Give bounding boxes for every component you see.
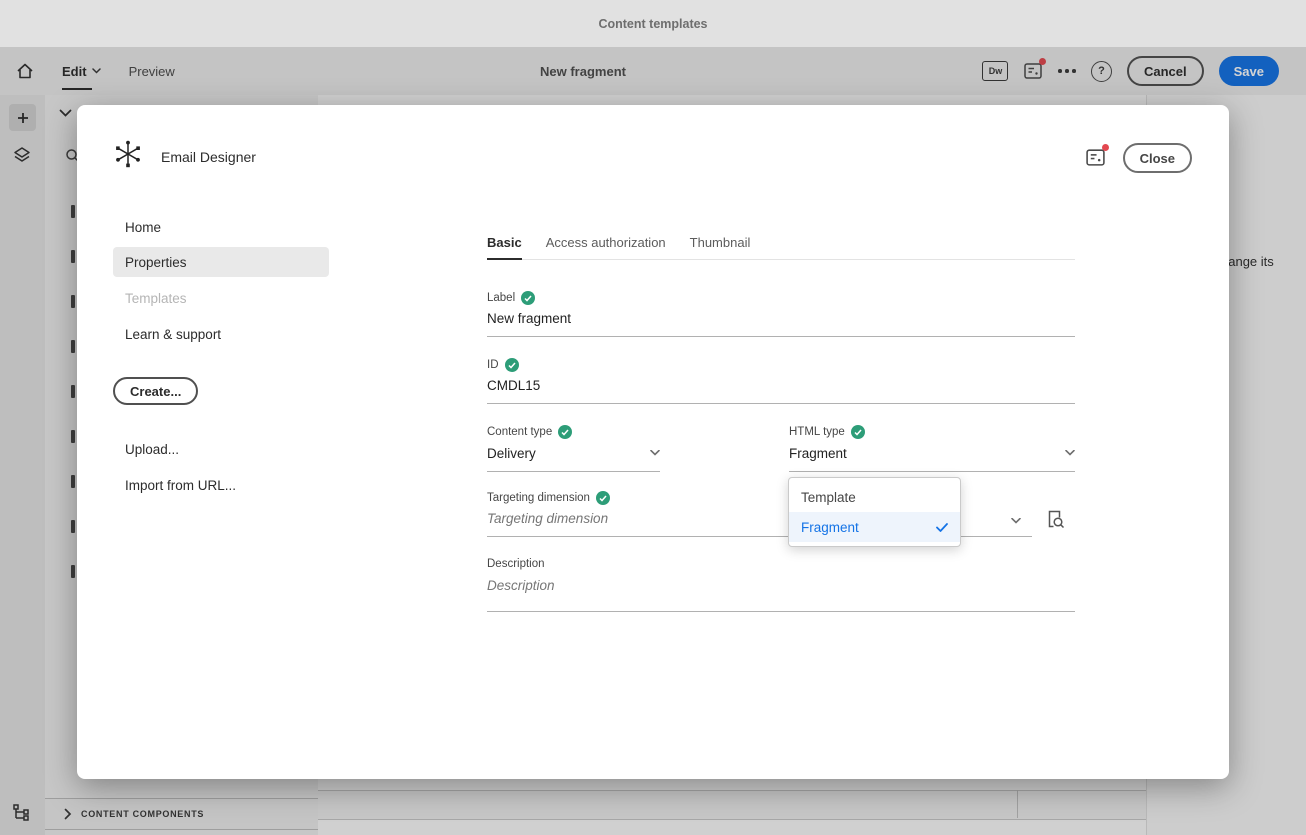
checkmark-icon	[936, 522, 948, 532]
os-bar-title: Content templates	[598, 16, 708, 31]
html-type-label: HTML type	[789, 425, 865, 439]
chevron-down-icon	[650, 450, 660, 456]
html-type-picker[interactable]: Fragment	[789, 439, 1075, 472]
content-type-picker[interactable]: Delivery	[487, 439, 660, 472]
html-type-value: Fragment	[789, 445, 847, 461]
targeting-dimension-label: Targeting dimension	[487, 491, 610, 505]
sidebar-item-home[interactable]: Home	[113, 212, 329, 242]
dialog-feedback-button[interactable]	[1085, 144, 1109, 168]
description-label: Description	[487, 558, 545, 570]
import-from-url-link[interactable]: Import from URL...	[125, 478, 236, 493]
label-input[interactable]	[487, 305, 1075, 337]
notification-dot	[1102, 144, 1109, 151]
valid-check-icon	[521, 291, 536, 305]
content-type-label: Content type	[487, 425, 573, 439]
browse-search-icon[interactable]	[1045, 509, 1065, 529]
id-field-label: ID	[487, 358, 519, 372]
upload-link[interactable]: Upload...	[125, 442, 179, 457]
chevron-down-icon	[1065, 450, 1075, 456]
sidebar-item-properties[interactable]: Properties	[113, 247, 329, 277]
form-tabs: Basic Access authorization Thumbnail	[487, 225, 1075, 260]
os-bar: Content templates	[0, 0, 1306, 47]
option-fragment[interactable]: Fragment	[789, 512, 960, 542]
tab-access-authorization[interactable]: Access authorization	[546, 225, 666, 259]
label-field-label: Label	[487, 291, 536, 305]
sidebar-item-learn-support[interactable]: Learn & support	[113, 319, 329, 349]
email-designer-logo-icon	[113, 139, 143, 169]
valid-check-icon	[595, 491, 610, 505]
dialog-title: Email Designer	[161, 149, 256, 165]
html-type-dropdown: Template Fragment	[788, 477, 961, 547]
content-type-value: Delivery	[487, 445, 536, 461]
screen: Content templates Edit Preview New fragm…	[0, 0, 1306, 835]
option-template[interactable]: Template	[789, 482, 960, 512]
valid-check-icon	[558, 425, 573, 439]
sidebar-item-templates[interactable]: Templates	[113, 283, 329, 313]
properties-form: Basic Access authorization Thumbnail Lab…	[487, 225, 1075, 745]
close-button[interactable]: Close	[1122, 143, 1192, 173]
create-button[interactable]: Create...	[113, 377, 199, 405]
valid-check-icon	[504, 358, 519, 372]
description-input[interactable]	[487, 572, 1075, 612]
tab-basic[interactable]: Basic	[487, 225, 522, 260]
email-designer-dialog: Email Designer Close Home Properties Tem…	[77, 105, 1229, 779]
tab-thumbnail[interactable]: Thumbnail	[690, 225, 751, 259]
id-input[interactable]	[487, 372, 1075, 404]
valid-check-icon	[850, 425, 865, 439]
